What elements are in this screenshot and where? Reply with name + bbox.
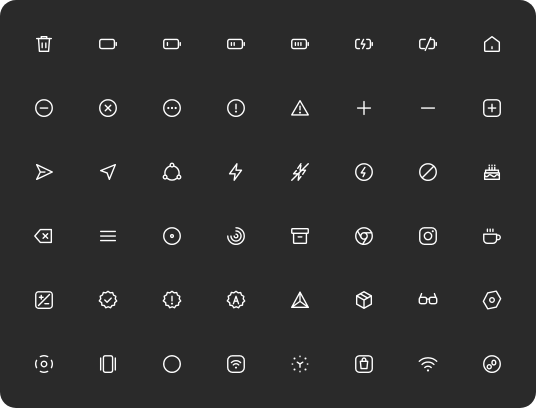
tag-rotated-icon-glyph (482, 290, 502, 310)
battery-off-icon[interactable] (396, 12, 460, 76)
spiral-icon-glyph (227, 227, 245, 245)
badge-check-icon[interactable] (76, 268, 140, 332)
forbidden-icon[interactable] (396, 140, 460, 204)
box-3d-icon[interactable] (332, 268, 396, 332)
forbidden-icon-glyph (419, 163, 437, 181)
icon-grid-panel (0, 0, 536, 408)
dots-circle-icon-glyph (163, 99, 181, 117)
bolt-circle-icon[interactable] (332, 140, 396, 204)
battery-full-icon-glyph (291, 38, 309, 50)
badge-a-icon[interactable] (204, 268, 268, 332)
zap-icon-glyph (228, 163, 243, 181)
menu-icon-glyph (99, 230, 117, 242)
wifi-icon-glyph (418, 357, 438, 372)
x-circle-icon-glyph (99, 99, 117, 117)
loader-circle-icon[interactable] (140, 332, 204, 396)
plus-square-icon[interactable] (460, 76, 524, 140)
badge-a-icon-glyph (226, 290, 246, 309)
glasses-icon-glyph (418, 292, 438, 305)
trash-icon[interactable] (12, 12, 76, 76)
cake-icon[interactable] (460, 140, 524, 204)
icon-grid (12, 12, 524, 396)
triangle-split-icon-glyph (291, 291, 309, 309)
mouse-circle-icon[interactable] (460, 332, 524, 396)
wifi-square-icon-glyph (227, 355, 245, 373)
alert-triangle-icon-glyph (291, 99, 309, 116)
send-icon[interactable] (12, 140, 76, 204)
gallery-icon-glyph (99, 355, 117, 373)
coffee-icon-glyph (483, 228, 501, 245)
triangle-split-icon[interactable] (268, 268, 332, 332)
spiral-icon[interactable] (204, 204, 268, 268)
diff-icon-glyph (35, 291, 53, 309)
disc-icon[interactable] (140, 204, 204, 268)
shopping-bag-square-icon-glyph (355, 355, 373, 373)
instagram-icon-glyph (419, 227, 437, 245)
menu-icon[interactable] (76, 204, 140, 268)
focus-dots-icon-glyph (291, 355, 309, 373)
plus-icon[interactable] (332, 76, 396, 140)
backspace-icon-glyph (34, 228, 53, 244)
shopping-bag-square-icon[interactable] (332, 332, 396, 396)
coffee-icon[interactable] (460, 204, 524, 268)
share-nodes-icon-glyph (162, 162, 182, 181)
home-icon[interactable] (460, 12, 524, 76)
navigation-icon-glyph (99, 163, 117, 181)
alert-triangle-icon[interactable] (268, 76, 332, 140)
alert-circle-icon-glyph (227, 99, 245, 117)
tag-rotated-icon[interactable] (460, 268, 524, 332)
home-icon-glyph (483, 35, 501, 53)
wifi-square-icon[interactable] (204, 332, 268, 396)
battery-medium-icon-glyph (227, 38, 245, 50)
battery-charging-icon-glyph (355, 38, 373, 50)
x-circle-icon[interactable] (76, 76, 140, 140)
zap-off-icon[interactable] (268, 140, 332, 204)
minus-circle-icon[interactable] (12, 76, 76, 140)
plus-square-icon-glyph (483, 99, 501, 117)
backspace-icon[interactable] (12, 204, 76, 268)
zap-icon[interactable] (204, 140, 268, 204)
disc-icon-glyph (163, 227, 181, 245)
box-3d-icon-glyph (355, 291, 373, 309)
chrome-icon[interactable] (332, 204, 396, 268)
gallery-icon[interactable] (76, 332, 140, 396)
battery-low-icon-glyph (163, 38, 181, 50)
archive-icon-glyph (291, 227, 309, 245)
badge-check-icon-glyph (98, 290, 118, 309)
cake-icon-glyph (483, 164, 501, 181)
zap-off-icon-glyph (291, 163, 309, 181)
battery-off-icon-glyph (419, 36, 437, 52)
loader-circle-icon-glyph (163, 355, 181, 373)
instagram-icon[interactable] (396, 204, 460, 268)
share-nodes-icon[interactable] (140, 140, 204, 204)
rotate-circle-icon[interactable] (12, 332, 76, 396)
mouse-circle-icon-glyph (483, 355, 501, 373)
diff-icon[interactable] (12, 268, 76, 332)
badge-alert-icon-glyph (162, 290, 182, 309)
trash-icon-glyph (35, 35, 53, 53)
battery-empty-icon-glyph (99, 38, 117, 50)
badge-alert-icon[interactable] (140, 268, 204, 332)
plus-icon-glyph (356, 100, 372, 116)
battery-empty-icon[interactable] (76, 12, 140, 76)
glasses-icon[interactable] (396, 268, 460, 332)
bolt-circle-icon-glyph (355, 163, 373, 181)
send-icon-glyph (35, 163, 53, 181)
focus-dots-icon[interactable] (268, 332, 332, 396)
battery-medium-icon[interactable] (204, 12, 268, 76)
battery-low-icon[interactable] (140, 12, 204, 76)
rotate-circle-icon-glyph (35, 355, 53, 373)
minus-icon-glyph (420, 107, 436, 109)
archive-icon[interactable] (268, 204, 332, 268)
navigation-icon[interactable] (76, 140, 140, 204)
minus-icon[interactable] (396, 76, 460, 140)
alert-circle-icon[interactable] (204, 76, 268, 140)
battery-full-icon[interactable] (268, 12, 332, 76)
wifi-icon[interactable] (396, 332, 460, 396)
chrome-icon-glyph (355, 227, 373, 245)
minus-circle-icon-glyph (35, 99, 53, 117)
dots-circle-icon[interactable] (140, 76, 204, 140)
battery-charging-icon[interactable] (332, 12, 396, 76)
